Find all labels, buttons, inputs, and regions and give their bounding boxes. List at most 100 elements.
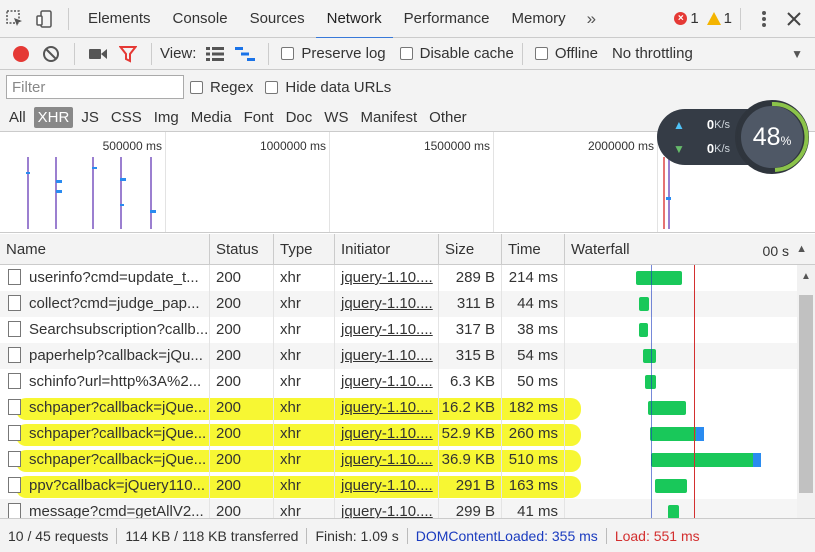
request-initiator[interactable]: jquery-1.10.... (335, 447, 439, 473)
column-initiator[interactable]: Initiator (335, 234, 439, 265)
type-filter-js[interactable]: JS (77, 107, 103, 128)
warning-count-badge[interactable]: 1 (706, 10, 732, 27)
filter-input[interactable] (6, 75, 184, 99)
column-name[interactable]: Name (0, 234, 210, 265)
type-filter-css[interactable]: CSS (107, 107, 146, 128)
throttling-select[interactable]: No throttling (612, 45, 693, 62)
separator (740, 7, 741, 30)
device-toolbar-icon[interactable] (30, 0, 60, 38)
file-icon (8, 399, 21, 415)
type-filter-other[interactable]: Other (425, 107, 471, 128)
request-initiator[interactable]: jquery-1.10.... (335, 343, 439, 369)
finish-time: Finish: 1.09 s (315, 527, 399, 544)
request-name[interactable]: paperhelp?callback=jQu... (0, 343, 210, 369)
tab-console[interactable]: Console (162, 0, 239, 38)
request-initiator[interactable]: jquery-1.10.... (335, 369, 439, 395)
type-filter-ws[interactable]: WS (320, 107, 352, 128)
close-icon[interactable] (779, 0, 809, 38)
type-filter-img[interactable]: Img (150, 107, 183, 128)
tab-memory[interactable]: Memory (501, 0, 577, 38)
request-name[interactable]: Searchsubscription?callb... (0, 317, 210, 343)
request-size: 311 B (439, 291, 502, 317)
table-scrollbar[interactable]: ▲ (797, 265, 815, 518)
request-name[interactable]: schpaper?callback=jQue... (0, 421, 210, 447)
checkbox-box[interactable] (281, 47, 295, 60)
tab-elements[interactable]: Elements (77, 0, 162, 38)
table-row[interactable]: schpaper?callback=jQue... 200 xhr jquery-1.… (0, 395, 797, 421)
regex-checkbox[interactable]: Regex (190, 79, 253, 96)
throttling-dropdown-icon[interactable]: ▼ (791, 47, 803, 61)
request-initiator[interactable]: jquery-1.10.... (335, 265, 439, 291)
request-initiator[interactable]: jquery-1.10.... (335, 317, 439, 343)
type-filter-media[interactable]: Media (187, 107, 236, 128)
type-filter-xhr[interactable]: XHR (33, 107, 74, 128)
waterfall-overview-icon[interactable] (230, 35, 260, 73)
tab-performance[interactable]: Performance (393, 0, 501, 38)
request-initiator[interactable]: jquery-1.10.... (335, 473, 439, 499)
type-filter-manifest[interactable]: Manifest (356, 107, 421, 128)
checkbox-box[interactable] (265, 80, 279, 94)
table-row[interactable]: schinfo?url=http%3A%2... 200 xhr jquery-1.1… (0, 369, 797, 395)
record-icon[interactable] (6, 35, 36, 73)
request-type: xhr (274, 421, 335, 447)
clear-icon[interactable] (36, 35, 66, 73)
filter-funnel-icon[interactable] (113, 35, 143, 73)
tab-network[interactable]: Network (315, 0, 393, 39)
request-waterfall (565, 343, 797, 369)
table-row[interactable]: Searchsubscription?callb... 200 xhr jquery-… (0, 317, 797, 343)
type-filter-doc[interactable]: Doc (282, 107, 317, 128)
offline-checkbox[interactable]: Offline (534, 45, 598, 62)
request-initiator[interactable]: jquery-1.10.... (335, 499, 439, 518)
request-name[interactable]: collect?cmd=judge_pap... (0, 291, 210, 317)
request-type: xhr (274, 343, 335, 369)
column-time[interactable]: Time (502, 234, 565, 265)
request-status: 200 (210, 421, 274, 447)
table-row[interactable]: collect?cmd=judge_pap... 200 xhr jquery-1.1… (0, 291, 797, 317)
checkbox-box[interactable] (190, 80, 203, 94)
request-status: 200 (210, 473, 274, 499)
table-row[interactable]: paperhelp?callback=jQu... 200 xhr jquery-1.… (0, 343, 797, 369)
column-type[interactable]: Type (274, 234, 335, 265)
scrollbar-thumb[interactable] (799, 295, 813, 493)
gauge-ring (737, 101, 809, 172)
tab-sources[interactable]: Sources (239, 0, 316, 38)
hide-data-urls-checkbox[interactable]: Hide data URLs (265, 79, 391, 96)
table-row[interactable]: userinfo?cmd=update_t... 200 xhr jquery-1.1… (0, 265, 797, 291)
inspect-element-icon[interactable] (0, 0, 30, 38)
request-name[interactable]: schinfo?url=http%3A%2... (0, 369, 210, 395)
table-row[interactable]: schpaper?callback=jQue... 200 xhr jquery-1.… (0, 447, 797, 473)
scroll-up-arrow-icon[interactable]: ▲ (801, 271, 811, 282)
file-icon (8, 425, 21, 441)
checkbox-box[interactable] (534, 47, 548, 60)
request-initiator[interactable]: jquery-1.10.... (335, 421, 439, 447)
table-row[interactable]: ppv?callback=jQuery110... 200 xhr jquery-1.… (0, 473, 797, 499)
error-count: 1 (690, 10, 699, 27)
table-row[interactable]: message?cmd=getAllV2... 200 xhr jquery-1.10… (0, 499, 797, 518)
type-filter-all[interactable]: All (5, 107, 30, 128)
disable-cache-checkbox[interactable]: Disable cache (399, 45, 514, 62)
preserve-log-checkbox[interactable]: Preserve log (281, 45, 386, 62)
request-name[interactable]: ppv?callback=jQuery110... (0, 473, 210, 499)
column-waterfall[interactable]: Waterfall 00 s ▲ (565, 234, 815, 265)
request-name[interactable]: message?cmd=getAllV2... (0, 499, 210, 518)
network-speed-widget[interactable]: ▲ 0 K/s ▼ 0 K/s 48% (657, 100, 809, 174)
column-size[interactable]: Size (439, 234, 502, 265)
request-name[interactable]: userinfo?cmd=update_t... (0, 265, 210, 291)
request-initiator[interactable]: jquery-1.10.... (335, 395, 439, 421)
request-name[interactable]: schpaper?callback=jQue... (0, 395, 210, 421)
error-count-badge[interactable]: × 1 (674, 10, 699, 27)
request-initiator[interactable]: jquery-1.10.... (335, 291, 439, 317)
download-arrow-icon: ▼ (673, 141, 685, 156)
request-name[interactable]: schpaper?callback=jQue... (0, 447, 210, 473)
waterfall-bar (643, 349, 656, 363)
type-filter-font[interactable]: Font (240, 107, 278, 128)
more-options-icon[interactable] (749, 0, 779, 38)
large-rows-icon[interactable] (200, 35, 230, 73)
screenshot-camera-icon[interactable] (83, 35, 113, 73)
requests-table-header: Name Status Type Initiator Size Time Wat… (0, 234, 815, 265)
checkbox-box[interactable] (399, 47, 413, 60)
table-row[interactable]: schpaper?callback=jQue... 200 xhr jquery-1.… (0, 421, 797, 447)
more-tabs-button[interactable]: » (577, 0, 606, 38)
column-status[interactable]: Status (210, 234, 274, 265)
request-time: 38 ms (502, 317, 565, 343)
